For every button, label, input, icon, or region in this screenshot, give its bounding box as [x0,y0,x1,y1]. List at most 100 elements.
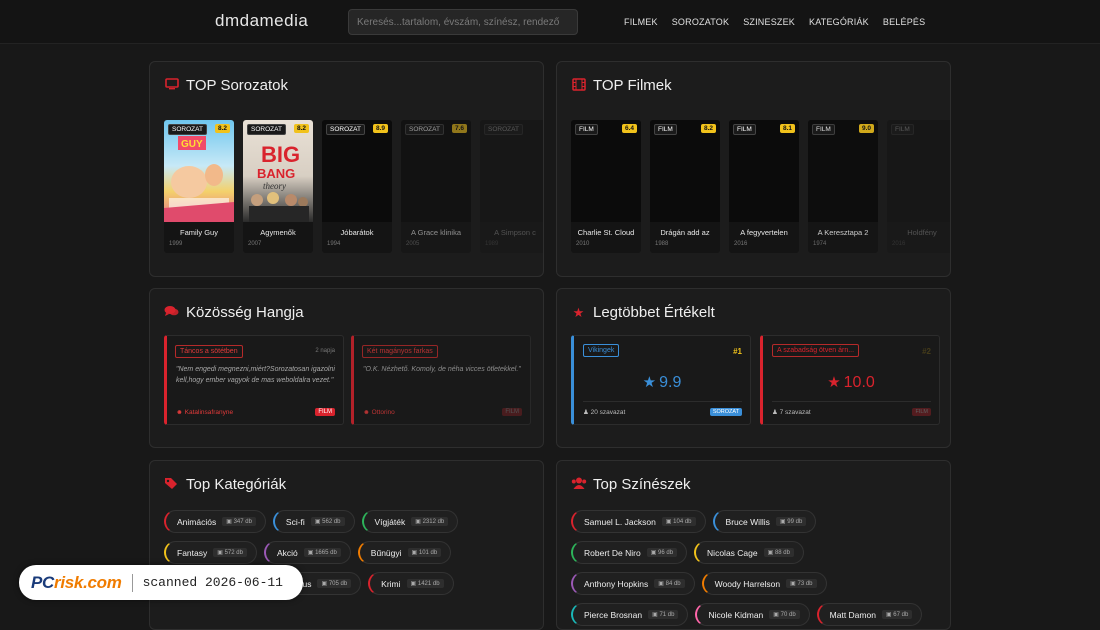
rating-badge: 8.1 [779,124,795,133]
users-icon: ♟ [583,409,589,416]
top-series-card: TOP Sorozatok GUY SOROZAT 8.2 Family Guy… [149,61,544,277]
actor-pill[interactable]: Samuel L. Jackson ▣ 104 db [571,510,706,533]
category-label: Vígjáték [374,516,406,527]
actor-pill[interactable]: Pierce Brosnan ▣ 71 db [571,603,689,626]
review-user[interactable]: ☻ Katalinsafranyne [176,409,233,416]
actor-pill[interactable]: Woody Harrelson ▣ 73 db [701,572,827,595]
category-pill[interactable]: Krimi ▣ 1421 db [368,572,454,595]
poster-image: SOROZAT 7.6 [401,120,471,222]
rating-badge: 9.0 [858,124,874,133]
poster-card[interactable]: SOROZAT 8.9 Jóbarátok 1994 [322,120,392,253]
card-title: Top Kategóriák [164,476,286,493]
review-card[interactable]: Táncos a sötétben 2 napja "Nem engedi me… [164,335,344,425]
actor-pill[interactable]: Nicolas Cage ▣ 88 db [694,541,804,564]
count-badge: ▣ 67 db [881,610,913,619]
actor-pill[interactable]: Nicole Kidman ▣ 70 db [695,603,810,626]
film-icon: ▣ [217,550,225,556]
user-icon: ☻ [363,409,370,416]
category-label: Fantasy [177,547,208,558]
poster-card[interactable]: BIG BANG theory SOROZAT 8.2 Agymenők 200… [243,120,313,253]
category-row: Fantasy ▣ 572 db Akció ▣ 1665 db Bűnügyi ▣ 10… [164,541,458,564]
category-pill[interactable]: Fantasy ▣ 572 db [164,541,257,564]
type-tag: SOROZAT [405,124,444,135]
category-pill[interactable]: Bűnügyi ▣ 101 db [357,541,452,564]
poster-card[interactable]: FILM 8.1 A fegyvertelen 2016 [729,120,799,253]
actor-label: Pierce Brosnan [584,609,643,620]
type-badge: SOROZAT [709,408,742,416]
users-icon: ♟ [772,409,778,416]
poster-title: A Grace klinika [410,228,462,237]
poster-card[interactable]: FILM 8.2 Drágán add az 1988 [650,120,720,253]
poster-image: SOROZAT 8.9 [322,120,392,222]
divider [583,401,742,402]
count-badge: ▣ 562 db [310,517,345,526]
film-icon: ▣ [410,581,418,587]
menu-filmek[interactable]: FILMEK [624,17,658,27]
actor-label: Samuel L. Jackson [584,516,656,527]
category-pill[interactable]: Akció ▣ 1665 db [263,541,351,564]
category-pill[interactable]: Vígjáték ▣ 2312 db [361,510,459,533]
film-icon: ▣ [226,519,234,525]
poster-year: 1974 [813,241,827,247]
count-badge: ▣ 96 db [646,548,678,557]
category-row: Animációs ▣ 347 db Sci-fi ▣ 562 db Vígjáték ▣… [164,510,459,533]
count-badge: ▣ 101 db [407,548,442,557]
top-rated-item[interactable]: A szabadság ötven árn... #2 ★ 10.0 ♟ 7 sz… [760,335,940,425]
top-rated-item[interactable]: Vikingek #1 ★ 9.9 ♟ 20 szavazat SOROZAT [571,335,751,425]
review-movie-tag[interactable]: Két magányos farkas [362,345,438,358]
svg-text:theory: theory [263,181,286,191]
actor-pill[interactable]: Bruce Willis ▣ 99 db [712,510,817,533]
poster-card[interactable]: GUY SOROZAT 8.2 Family Guy 1999 [164,120,234,253]
type-tag: SOROZAT [247,124,286,135]
divider [772,401,931,402]
review-movie-tag[interactable]: Táncos a sötétben [175,345,243,358]
count-badge: ▣ 1665 db [303,548,341,557]
users-icon [571,477,587,492]
poster-card[interactable]: FILM 9.0 A Keresztapa 2 1974 [808,120,878,253]
type-badge: FILM [912,408,931,416]
actor-label: Nicole Kidman [708,609,764,620]
comments-icon [164,305,179,320]
review-user[interactable]: ☻ Ottorino [363,409,395,416]
menu-kategoriak[interactable]: KATEGÓRIÁK [809,17,869,27]
actor-pill[interactable]: Anthony Hopkins ▣ 84 db [571,572,695,595]
vote-count: ♟ 20 szavazat [583,409,626,416]
count-badge: ▣ 70 db [769,610,800,619]
poster-year: 2016 [734,241,748,247]
actor-label: Robert De Niro [584,547,641,558]
top-rated-title-tag[interactable]: A szabadság ötven árn... [772,344,860,357]
count-badge: ▣ 99 db [775,517,807,526]
poster-card[interactable]: FILM 6.4 Charlie St. Cloud 2010 [571,120,641,253]
poster-image: FILM 8.1 [729,120,799,222]
review-type-badge: FILM [502,408,522,416]
poster-card[interactable]: SOROZAT 7.6 A Grace klinika 2005 [401,120,471,253]
actor-pill[interactable]: Robert De Niro ▣ 96 db [571,541,688,564]
category-pill[interactable]: Animációs ▣ 347 db [164,510,266,533]
poster-title: A Keresztapa 2 [817,228,869,237]
actor-label: Bruce Willis [725,516,770,527]
type-tag: FILM [654,124,677,135]
review-card[interactable]: Két magányos farkas "O.K. Nézhető. Komol… [351,335,531,425]
series-poster-row: GUY SOROZAT 8.2 Family Guy 1999 BIG BANG… [164,120,543,253]
poster-card[interactable]: SOROZAT A Simpson c 1989 [480,120,543,253]
film-icon: ▣ [411,550,419,556]
menu-szineszek[interactable]: SZINESZEK [743,17,795,27]
menu-belepes[interactable]: BELÉPÉS [883,17,925,27]
actor-pill[interactable]: Matt Damon ▣ 67 db [816,603,923,626]
film-icon: ▣ [307,550,316,556]
type-tag: FILM [812,124,835,135]
site-logo[interactable]: dmdamedia [215,11,308,31]
search-input[interactable] [348,9,578,35]
top-rated-title-tag[interactable]: Vikingek [583,344,620,357]
category-pill[interactable]: Sci-fi ▣ 562 db [272,510,355,533]
poster-title: Drágán add az [660,228,710,237]
rank-label: #2 [922,347,931,356]
pcrisk-watermark: PCrisk.com scanned 2026-06-11 [19,565,303,600]
card-title: Top Színészek [571,476,691,493]
menu-sorozatok[interactable]: SOROZATOK [672,17,729,27]
count-badge: ▣ 1421 db [406,579,444,588]
card-title: ★ Legtöbbet Értékelt [572,304,715,321]
count-badge: ▣ 84 db [654,579,685,588]
poster-card[interactable]: FILM Holdfény 2016 [887,120,950,253]
svg-text:BIG: BIG [261,142,300,167]
